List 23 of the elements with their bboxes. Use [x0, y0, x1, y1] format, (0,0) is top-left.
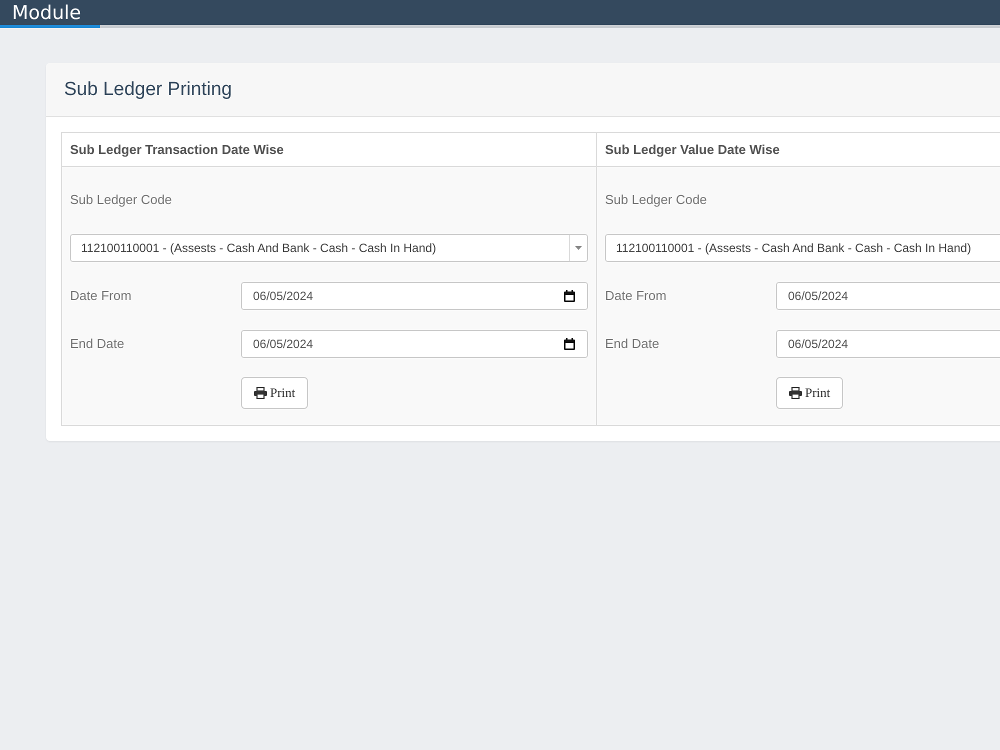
field-label: End Date: [605, 335, 660, 353]
date-field[interactable]: 06/05/2024: [241, 282, 588, 310]
field-label: Sub Ledger Code: [70, 191, 172, 209]
print-button[interactable]: Print: [776, 377, 844, 409]
field-label: End Date: [70, 335, 126, 353]
printer-icon: [254, 387, 267, 399]
field-label: Sub Ledger Code: [605, 191, 707, 209]
panel-title: Sub Ledger Value Date Wise: [605, 142, 780, 157]
calendar-icon[interactable]: [564, 290, 575, 302]
panel-title: Sub Ledger Transaction Date Wise: [70, 142, 284, 157]
calendar-icon[interactable]: [564, 338, 575, 350]
card-title: Sub Ledger Printing: [64, 78, 232, 100]
ledger-code-select[interactable]: 112100110001 - (Assests - Cash And Bank - Cash - Cash In Hand): [605, 234, 1000, 262]
caret-icon: [575, 246, 582, 250]
date-field[interactable]: 06/05/2024: [241, 330, 588, 358]
ledger-code-select[interactable]: 112100110001 - (Assests - Cash And Bank - Cash - Cash In Hand): [70, 234, 588, 262]
date-field[interactable]: 06/05/2024: [776, 330, 1000, 358]
date-field[interactable]: 06/05/2024: [776, 282, 1000, 310]
field-label: Date From: [70, 287, 132, 305]
field-label: Date From: [605, 287, 668, 305]
print-button[interactable]: Print: [241, 377, 308, 409]
printer-icon: [789, 387, 802, 399]
header-title: Module: [12, 2, 82, 25]
